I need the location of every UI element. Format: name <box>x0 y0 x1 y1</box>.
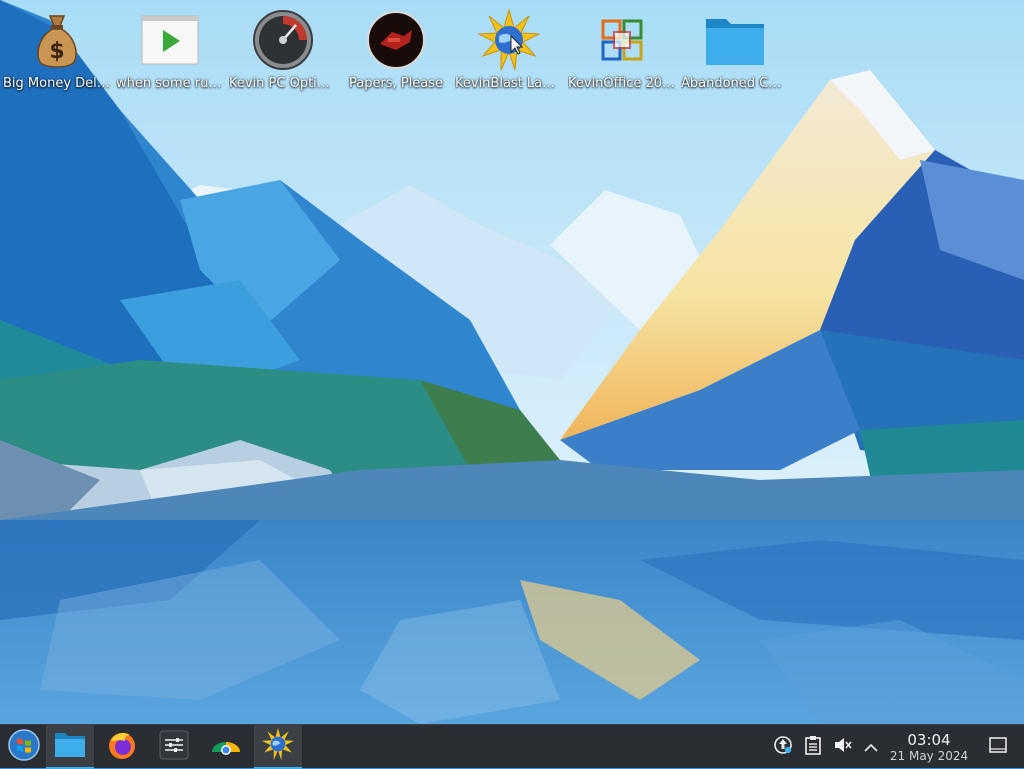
desktop-icon-label: Abandoned Chrome OS <box>681 76 789 91</box>
folder-icon <box>703 8 767 72</box>
file-manager-icon <box>54 730 86 762</box>
svg-text:$: $ <box>49 39 64 64</box>
desktop-icon-label: when some russian runs a... <box>116 76 224 91</box>
tray-volume[interactable] <box>831 735 855 759</box>
update-icon <box>773 735 793 759</box>
task-firefox[interactable] <box>98 725 146 769</box>
video-file-icon <box>138 8 202 72</box>
desktop-icon-abandoned-chrome-os[interactable]: Abandoned Chrome OS <box>679 8 791 93</box>
clock-date: 21 May 2024 <box>889 748 969 763</box>
clipboard-icon <box>804 735 822 759</box>
tray-clipboard[interactable] <box>801 735 825 759</box>
desktop-icon-label: Papers, Please <box>348 76 444 91</box>
office-logo-icon <box>590 8 654 72</box>
show-desktop-icon <box>989 737 1007 757</box>
starburst-globe-icon <box>261 727 295 765</box>
tray-updates[interactable] <box>771 735 795 759</box>
money-bag-icon: $ <box>25 8 89 72</box>
desktop-icon-russian-video[interactable]: when some russian runs a... <box>114 8 226 93</box>
task-file-manager[interactable] <box>46 725 94 769</box>
settings-sliders-icon <box>159 730 189 764</box>
task-kevinblast[interactable] <box>254 725 302 769</box>
papers-please-icon <box>364 8 428 72</box>
desktop-icon-label: Big Money Deluxe <box>3 76 111 91</box>
chrome-icon <box>209 734 243 760</box>
clock-time: 03:04 <box>907 730 951 749</box>
digital-clock[interactable]: 03:04 21 May 2024 <box>880 729 978 765</box>
task-settings[interactable] <box>150 725 198 769</box>
start-orb-icon <box>8 729 40 765</box>
desktop-icon-label: KevinOffice 2009 <box>568 76 676 91</box>
chevron-up-icon <box>864 738 878 757</box>
desktop-icon-kevin-pc-optimizer[interactable]: Kevin PC Optimizer Ho... <box>227 8 339 93</box>
show-desktop-button[interactable] <box>986 735 1010 759</box>
desktop-icon-papers-please[interactable]: Papers, Please <box>340 8 452 93</box>
desktop-wallpaper <box>0 0 1024 724</box>
taskbar: 03:04 21 May 2024 <box>0 724 1024 769</box>
desktop-icon-label: Kevin PC Optimizer Ho... <box>229 76 337 91</box>
firefox-icon <box>106 729 138 765</box>
speedometer-icon <box>251 8 315 72</box>
volume-muted-icon <box>833 735 853 759</box>
starburst-globe-icon <box>477 8 541 72</box>
task-chrome[interactable] <box>202 725 250 769</box>
desktop-icon-kevinoffice-2009[interactable]: KevinOffice 2009 <box>566 8 678 93</box>
desktop-icon-kevinblast-launcher[interactable]: KevinBlast Launcher <box>453 8 565 93</box>
start-menu-button[interactable] <box>0 725 48 769</box>
desktop-icon-big-money-deluxe[interactable]: $ Big Money Deluxe <box>1 8 113 93</box>
desktop-icon-label: KevinBlast Launcher <box>455 76 563 91</box>
